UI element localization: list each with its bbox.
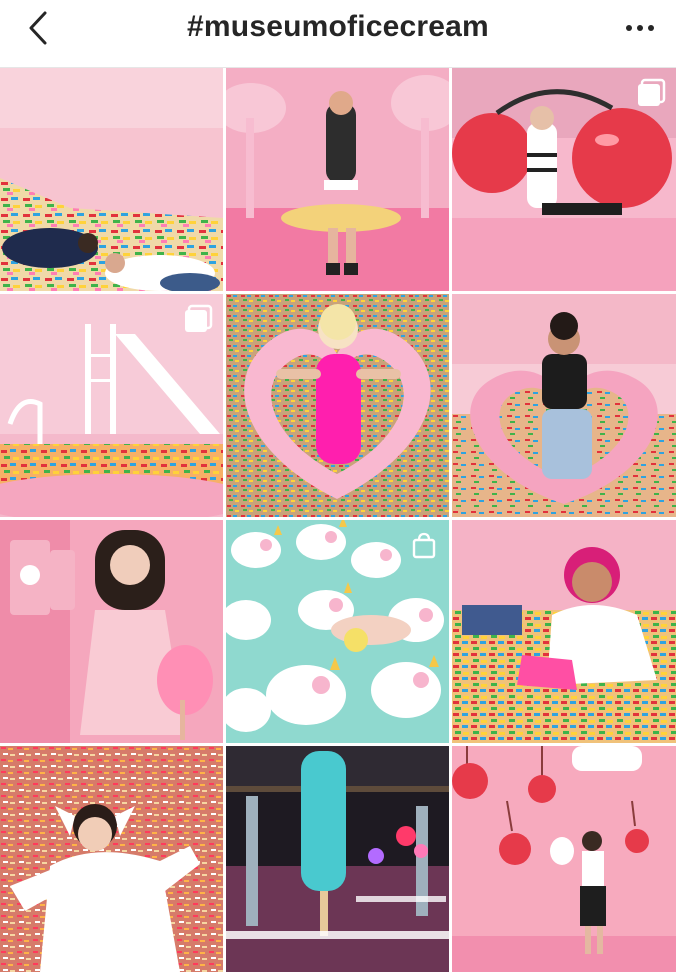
- post-image: [0, 746, 223, 972]
- post-thumbnail-sprinkle-pool-couple[interactable]: [0, 68, 223, 291]
- post-image: [452, 520, 676, 743]
- more-horizontal-icon: [626, 25, 654, 31]
- post-thumbnail-pink-phone-booth[interactable]: [0, 520, 223, 743]
- more-options-button[interactable]: [620, 12, 660, 44]
- post-thumbnail-sprinkle-pool-smile[interactable]: [452, 520, 676, 743]
- post-thumbnail-sprinkle-pool-slide[interactable]: [0, 294, 223, 517]
- multiple-photos-icon: [638, 78, 666, 106]
- post-image: [452, 294, 676, 517]
- page-title: #museumoficecream: [187, 10, 489, 43]
- post-thumbnail-hanging-cherries-room[interactable]: [452, 746, 676, 972]
- post-image: [226, 746, 449, 972]
- post-thumbnail-pink-float-pose[interactable]: [452, 294, 676, 517]
- post-thumbnail-sprinkle-lying-man[interactable]: [0, 746, 223, 972]
- post-image: [452, 746, 676, 972]
- post-thumbnail-giant-cherries[interactable]: [452, 68, 676, 291]
- shopping-bag-icon: [412, 532, 436, 559]
- multiple-photos-icon: [185, 304, 213, 332]
- post-thumbnail-unicorn-squishies[interactable]: [226, 520, 449, 743]
- post-thumbnail-pink-palm-swing[interactable]: [226, 68, 449, 291]
- hashtag-posts-grid: [0, 68, 676, 974]
- post-thumbnail-heart-float-sprinkles[interactable]: [226, 294, 449, 517]
- post-thumbnail-popsicle-dining-hall[interactable]: [226, 746, 449, 972]
- top-bar: #museumoficecream: [0, 0, 676, 68]
- post-image: [226, 68, 449, 291]
- post-image: [0, 68, 223, 291]
- post-image: [0, 520, 223, 743]
- post-image: [226, 294, 449, 517]
